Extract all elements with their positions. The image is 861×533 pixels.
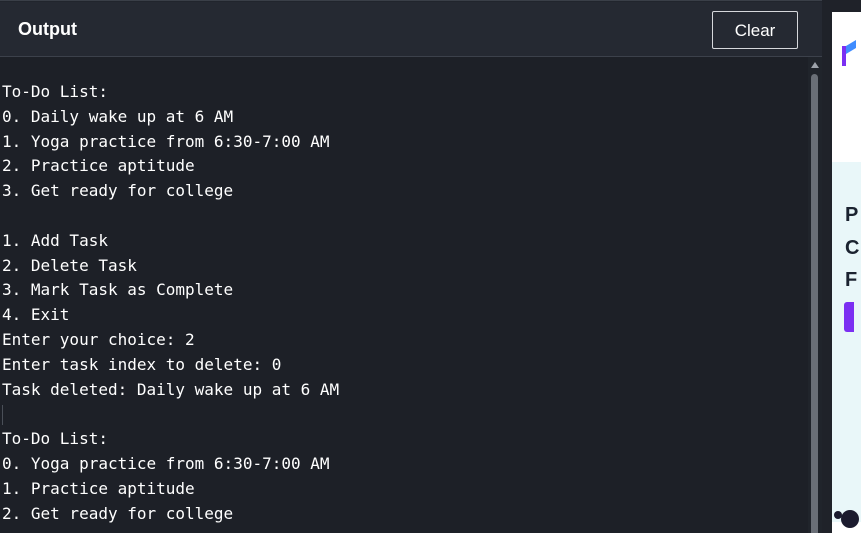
- console-lines: To-Do List: 0. Daily wake up at 6 AM 1. …: [2, 80, 339, 526]
- console-line: 3. Mark Task as Complete: [2, 280, 234, 300]
- console-line: To-Do List:: [2, 429, 108, 449]
- text-caret: [2, 405, 3, 425]
- scroll-thumb[interactable]: [811, 74, 818, 533]
- ad-cta-button[interactable]: [844, 302, 854, 332]
- console-scrollbar[interactable]: [808, 57, 822, 533]
- console-line: 1. Add Task: [2, 230, 108, 250]
- console-line: 1. Yoga practice from 6:30-7:00 AM: [2, 131, 330, 151]
- console-line: 2. Get ready for college: [2, 503, 234, 523]
- console-line: 2. Delete Task: [2, 255, 137, 275]
- console-line: 3. Get ready for college: [2, 181, 234, 201]
- console-line: 2. Practice aptitude: [2, 156, 195, 176]
- console-line: Task deleted: Daily wake up at 6 AM: [2, 379, 340, 399]
- clear-button[interactable]: Clear: [712, 11, 798, 49]
- console-line: 0. Daily wake up at 6 AM: [2, 106, 234, 126]
- output-title: Output: [18, 19, 77, 39]
- ad-illustration-icon: [834, 510, 859, 528]
- app-frame: Output Clear To-Do List: 0. Daily wake u…: [0, 0, 861, 533]
- scroll-up-arrow-icon[interactable]: [811, 62, 819, 68]
- ad-text-letter: F: [845, 269, 858, 291]
- output-header: Output Clear: [0, 2, 822, 57]
- ad-text-letter: P: [845, 204, 859, 226]
- output-panel: Output Clear To-Do List: 0. Daily wake u…: [0, 0, 822, 533]
- brand-logo-icon: [842, 40, 856, 66]
- console-output[interactable]: To-Do List: 0. Daily wake up at 6 AM 1. …: [0, 57, 808, 533]
- ad-text-letter: C: [845, 237, 860, 259]
- console-line: Enter your choice: 2: [2, 329, 195, 349]
- advertisement-column: P C F: [822, 0, 861, 533]
- console-line: Enter task index to delete: 0: [2, 354, 282, 374]
- console-line: 0. Yoga practice from 6:30-7:00 AM: [2, 453, 330, 473]
- console-line: To-Do List:: [2, 82, 108, 101]
- console-line: 4. Exit: [2, 305, 70, 325]
- console-line: 1. Practice aptitude: [2, 478, 195, 498]
